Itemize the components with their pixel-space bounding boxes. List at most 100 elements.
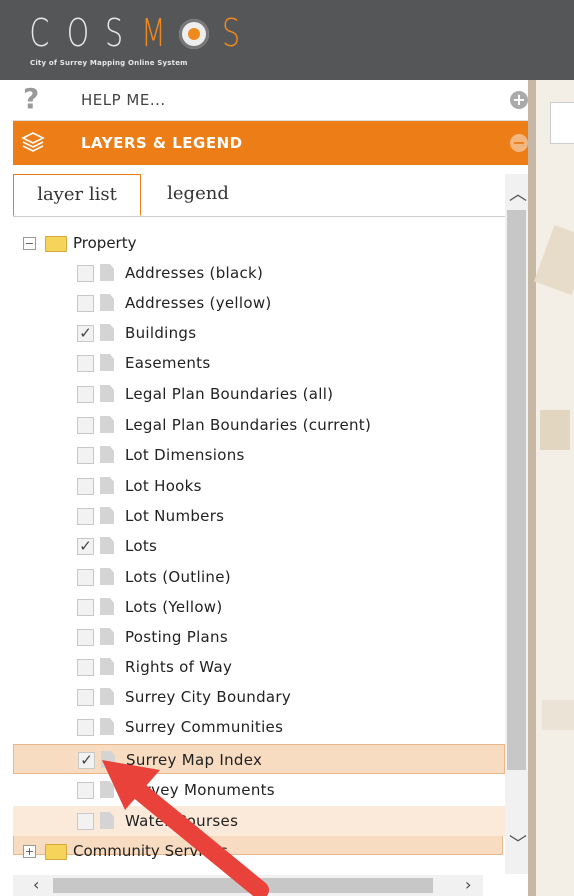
- map-parcel: [540, 410, 570, 450]
- panel-splitter[interactable]: [528, 80, 536, 896]
- layer-checkbox[interactable]: [77, 386, 94, 403]
- plus-circle-icon[interactable]: +: [510, 91, 528, 109]
- document-icon: [100, 477, 114, 494]
- document-icon: [100, 446, 114, 463]
- check-icon: ✓: [79, 537, 92, 555]
- check-icon: ✓: [79, 324, 92, 342]
- layer-item[interactable]: Lots (Outline): [13, 562, 503, 592]
- layer-checkbox[interactable]: [77, 295, 94, 312]
- app-header: C O S M S City of Surrey Mapping Online …: [0, 0, 574, 80]
- red-arrow-annotation: [102, 760, 269, 896]
- expand-toggle-icon[interactable]: +: [23, 845, 36, 858]
- minus-circle-icon[interactable]: −: [510, 134, 528, 152]
- map-parcel: [542, 700, 574, 730]
- layers-icon: [21, 132, 45, 152]
- document-icon: [100, 416, 114, 433]
- layer-item[interactable]: Surrey Communities: [13, 712, 503, 742]
- scrollbar-thumb[interactable]: [507, 210, 526, 770]
- collapse-toggle-icon[interactable]: −: [23, 237, 36, 250]
- layer-label: Surrey Communities: [125, 718, 284, 736]
- folder-icon: [45, 844, 67, 860]
- layer-label: Buildings: [125, 324, 197, 342]
- layer-item[interactable]: Surrey City Boundary: [13, 682, 503, 712]
- layer-checkbox-checked[interactable]: ✓: [77, 325, 94, 342]
- layer-label: Addresses (yellow): [125, 294, 272, 312]
- document-icon: [100, 354, 114, 371]
- help-me-row[interactable]: ? HELP ME... +: [13, 80, 528, 121]
- vertical-scrollbar[interactable]: ︿ ﹀: [505, 174, 528, 874]
- layer-label: Surrey City Boundary: [125, 688, 292, 706]
- layer-label: Lots (Outline): [125, 568, 231, 586]
- layer-checkbox[interactable]: [77, 689, 94, 706]
- logo-letter-s: S: [105, 11, 124, 55]
- logo-letter-o: O: [66, 11, 89, 55]
- layer-label: Legal Plan Boundaries (all): [125, 385, 334, 403]
- chevron-down-icon[interactable]: ﹀: [509, 830, 527, 856]
- layer-checkbox[interactable]: [77, 447, 94, 464]
- layer-label: Easements: [125, 354, 211, 372]
- layer-item[interactable]: Easements: [13, 348, 503, 378]
- layer-item[interactable]: ✓ Lots: [13, 531, 503, 561]
- layer-item[interactable]: Addresses (black): [13, 258, 503, 288]
- layer-label: Lot Dimensions: [125, 446, 245, 464]
- logo-letter-c: C: [29, 11, 50, 55]
- document-icon: [100, 688, 114, 705]
- document-icon: [100, 658, 114, 675]
- layer-checkbox[interactable]: [77, 629, 94, 646]
- document-icon: [100, 324, 114, 341]
- document-icon: [100, 598, 114, 615]
- document-icon: [100, 264, 114, 281]
- tab-layer-list[interactable]: layer list: [13, 174, 141, 216]
- folder-label: Property: [73, 234, 137, 252]
- layer-item[interactable]: Lot Dimensions: [13, 440, 503, 470]
- layer-label: Addresses (black): [125, 264, 264, 282]
- help-me-label: HELP ME...: [81, 91, 166, 109]
- layer-item[interactable]: Legal Plan Boundaries (current): [13, 410, 503, 440]
- layer-item[interactable]: ✓ Buildings: [13, 318, 503, 348]
- layer-checkbox[interactable]: [77, 478, 94, 495]
- layer-item[interactable]: Legal Plan Boundaries (all): [13, 379, 503, 409]
- logo-subtitle: City of Surrey Mapping Online System: [30, 59, 188, 67]
- layer-label: Lots (Yellow): [125, 598, 223, 616]
- tab-bar: layer list legend: [13, 174, 505, 217]
- layer-label: Legal Plan Boundaries (current): [125, 416, 372, 434]
- logo: C O S M S: [26, 14, 244, 52]
- layers-legend-row[interactable]: LAYERS & LEGEND −: [13, 121, 528, 165]
- question-icon: ?: [23, 82, 40, 115]
- layer-item[interactable]: Lot Hooks: [13, 471, 503, 501]
- layer-item[interactable]: Lots (Yellow): [13, 592, 503, 622]
- logo-letter-s2: S: [222, 11, 241, 55]
- document-icon: [100, 628, 114, 645]
- layer-label: Rights of Way: [125, 658, 233, 676]
- layer-label: Lots: [125, 537, 158, 555]
- logo-letter-m: M: [140, 11, 166, 55]
- layer-checkbox[interactable]: [77, 569, 94, 586]
- map-control-button[interactable]: [550, 102, 574, 144]
- chevron-left-icon[interactable]: ‹: [33, 875, 39, 894]
- tab-legend[interactable]: legend: [153, 174, 243, 214]
- layer-item[interactable]: Lot Numbers: [13, 501, 503, 531]
- layer-label: Lot Numbers: [125, 507, 225, 525]
- layer-checkbox[interactable]: [77, 508, 94, 525]
- layer-item[interactable]: Addresses (yellow): [13, 288, 503, 318]
- document-icon: [100, 294, 114, 311]
- folder-icon: [45, 236, 67, 252]
- map-parcel: [533, 224, 574, 296]
- layer-checkbox[interactable]: [77, 265, 94, 282]
- layer-checkbox[interactable]: [77, 355, 94, 372]
- layer-item[interactable]: Rights of Way: [13, 652, 503, 682]
- document-icon: [100, 507, 114, 524]
- folder-property[interactable]: − Property: [13, 228, 503, 258]
- layer-checkbox[interactable]: [77, 599, 94, 616]
- layer-checkbox[interactable]: [77, 719, 94, 736]
- layer-item[interactable]: Posting Plans: [13, 622, 503, 652]
- layer-checkbox-checked[interactable]: ✓: [77, 538, 94, 555]
- document-icon: [100, 385, 114, 402]
- map-view[interactable]: [528, 80, 574, 896]
- gear-logo-icon: [179, 19, 210, 49]
- chevron-right-icon[interactable]: ›: [465, 875, 471, 894]
- chevron-up-icon[interactable]: ︿: [509, 180, 527, 206]
- layer-checkbox[interactable]: [77, 417, 94, 434]
- layer-label: Lot Hooks: [125, 477, 202, 495]
- layer-checkbox[interactable]: [77, 659, 94, 676]
